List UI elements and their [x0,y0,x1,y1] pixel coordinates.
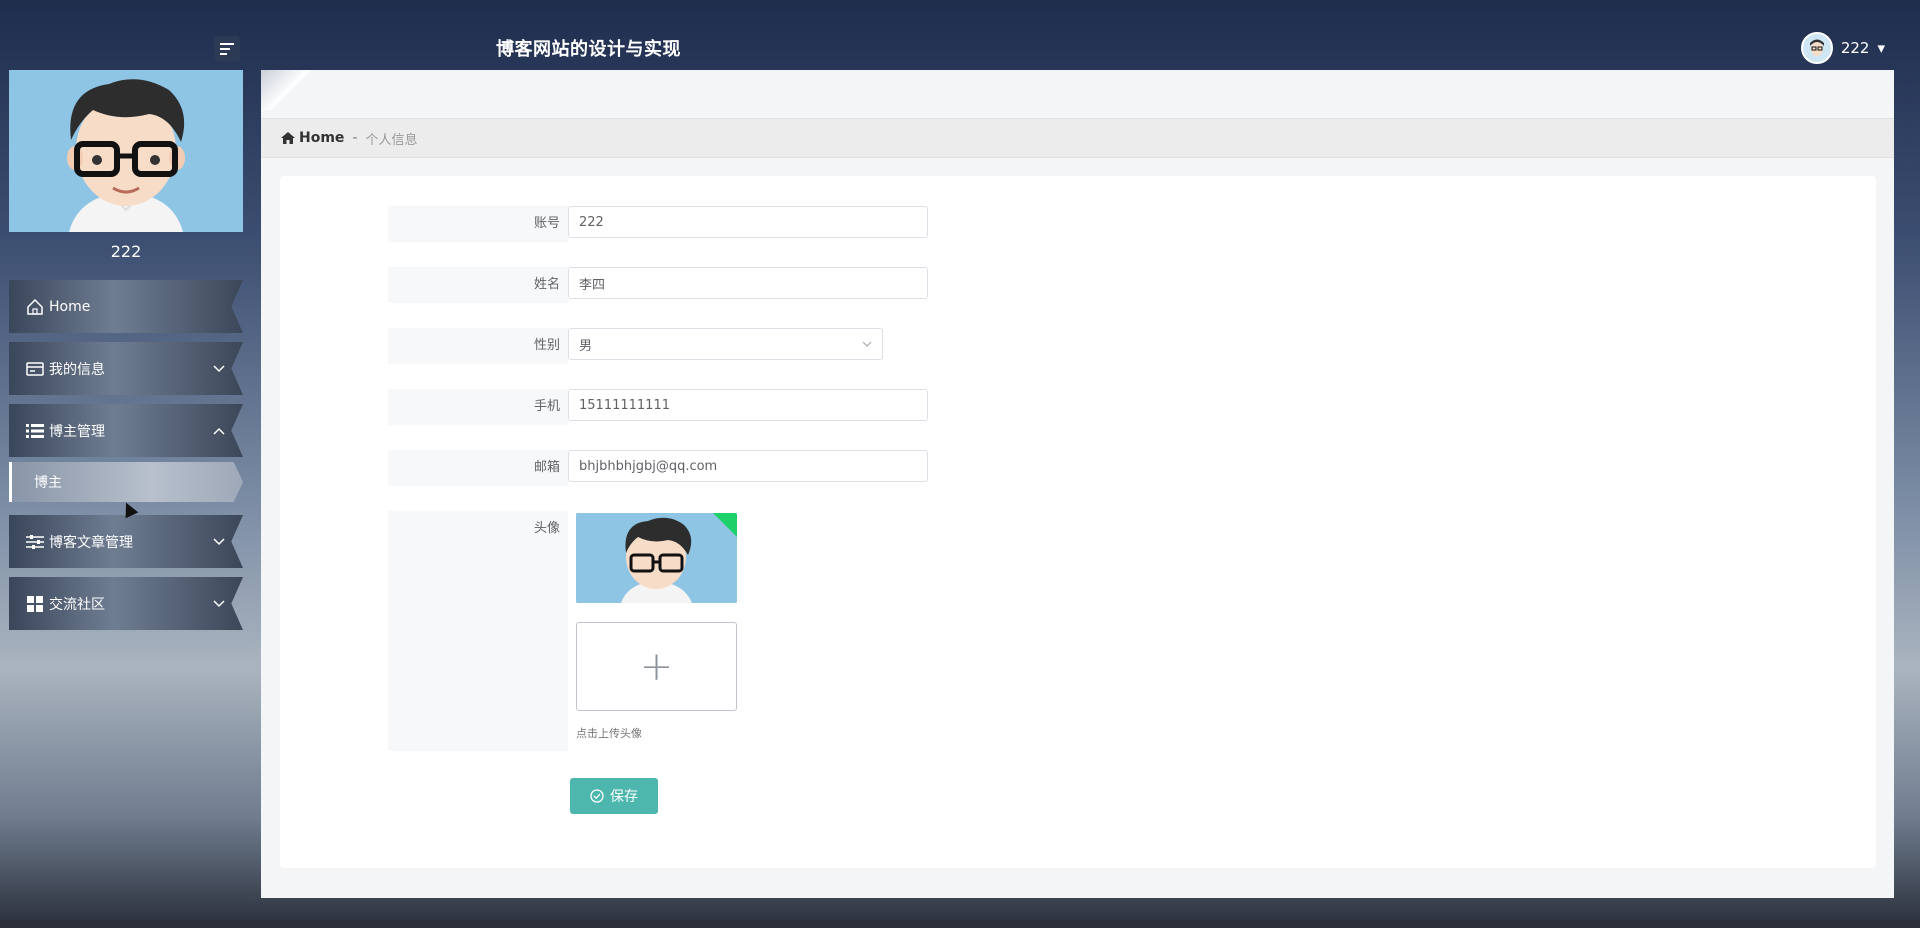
sidebar-subitem-label: 博主 [34,475,62,491]
bottom-strip [0,920,1920,928]
caret-down-icon[interactable]: ▾ [1877,39,1885,57]
avatar-illustration [9,70,243,232]
form-row-account: 账号 222 [388,206,928,242]
sidebar-menu: Home 我的信息 博主管理 博主 博客文章管理 交流社区 [9,280,243,639]
user-menu[interactable]: 222 ▾ [1800,32,1885,64]
avatar-label: 头像 [388,511,568,751]
sidebar-item-label: 交流社区 [49,596,105,613]
chevron-down-icon [213,535,225,549]
phone-label: 手机 [388,389,568,425]
sidebar-item-my-info[interactable]: 我的信息 [9,342,243,395]
breadcrumb-current: 个人信息 [365,132,418,148]
upload-hint: 点击上传头像 [576,727,642,740]
name-input[interactable]: 李四 [568,267,928,299]
email-input[interactable]: bhjbhbhjgbj@qq.com [568,450,928,482]
grid-icon [25,595,45,613]
account-label: 账号 [388,206,568,242]
sidebar-item-label: 我的信息 [49,361,105,378]
form-row-avatar: 头像 + 点击上传头像 [388,511,737,751]
check-circle-icon [590,789,604,803]
gender-select[interactable]: 男 [568,328,883,360]
avatar-face-icon [1805,37,1828,59]
list-icon [25,422,45,440]
gender-selected-value: 男 [579,338,593,354]
sidebar-item-blog-article-management[interactable]: 博客文章管理 [9,515,243,568]
gender-label: 性别 [388,328,568,364]
form-row-name: 姓名 李四 [388,267,928,303]
user-name[interactable]: 222 [1841,39,1870,57]
phone-input[interactable]: 15111111111 [568,389,928,421]
top-bar: 博客网站的设计与实现 222 ▾ [0,8,1920,71]
sidebar-item-home[interactable]: Home [9,280,243,333]
id-card-icon [25,360,45,378]
plus-icon: + [639,643,674,690]
breadcrumb: Home - 个人信息 [261,118,1894,158]
sidebar-subitem-blogger[interactable]: 博主 [9,462,243,502]
name-label: 姓名 [388,267,568,303]
home-icon [25,298,45,316]
save-label: 保存 [610,789,638,805]
account-input[interactable]: 222 [568,206,928,238]
avatar-preview[interactable] [576,513,737,603]
profile-avatar [9,70,243,232]
home-icon [281,132,295,144]
sidebar-item-label: 博客文章管理 [49,534,133,551]
page-curl-decoration [261,70,311,110]
email-label: 邮箱 [388,450,568,486]
sliders-icon [25,533,45,551]
menu-toggle-button[interactable] [214,36,240,62]
avatar-upload-area: + 点击上传头像 [576,513,737,741]
form-row-phone: 手机 15111111111 [388,389,928,425]
upload-success-badge [713,513,737,537]
main-content: Home - 个人信息 账号 222 姓名 李四 性别 男 手机 1511111… [261,70,1894,898]
form-row-email: 邮箱 bhjbhbhjgbj@qq.com [388,450,928,486]
profile-name: 222 [110,242,142,261]
upload-avatar-button[interactable]: + [576,622,737,711]
chevron-down-icon [213,362,225,376]
breadcrumb-home[interactable]: Home [299,130,344,146]
sidebar-item-blogger-management[interactable]: 博主管理 [9,404,243,457]
sidebar-item-label: Home [49,298,91,315]
menu-lines-icon [220,43,234,55]
breadcrumb-separator: - [352,130,358,146]
sidebar-item-community[interactable]: 交流社区 [9,577,243,630]
chevron-down-icon [213,597,225,611]
user-avatar[interactable] [1800,32,1833,64]
sidebar-item-label: 博主管理 [49,423,105,440]
chevron-down-icon [862,341,872,347]
chevron-up-icon [213,424,225,438]
profile-form-card: 账号 222 姓名 李四 性别 男 手机 15111111111 邮箱 bhjb… [280,176,1876,868]
site-title: 博客网站的设计与实现 [496,39,681,60]
form-row-gender: 性别 男 [388,328,883,364]
save-button[interactable]: 保存 [570,778,658,814]
